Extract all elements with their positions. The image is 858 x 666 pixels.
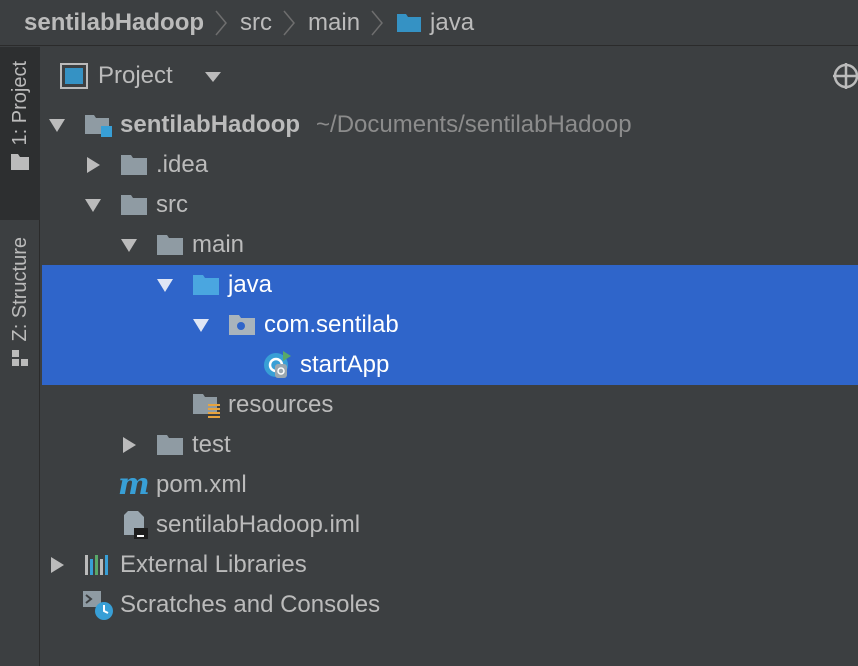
tree-label-java: java	[228, 271, 273, 298]
folder-icon	[121, 155, 147, 175]
tree-row-root[interactable]: sentilabHadoop ~/Documents/sentilabHadoop	[42, 105, 858, 145]
folder-icon	[157, 235, 183, 255]
tree-row-main[interactable]: main	[42, 225, 858, 265]
scratches-icon	[83, 591, 113, 620]
collapsed-arrow-icon[interactable]	[120, 436, 138, 454]
breadcrumb-main[interactable]: main	[308, 9, 360, 37]
tab-structure[interactable]: Z: Structure	[0, 237, 40, 407]
tree-label-test: test	[192, 431, 231, 458]
tab-project[interactable]: 1: Project	[0, 47, 40, 220]
module-folder-icon	[85, 115, 112, 137]
tree-label-scratches: Scratches and Consoles	[120, 591, 381, 618]
crosshair-icon[interactable]	[832, 62, 858, 90]
breadcrumb-java-label: java	[430, 8, 475, 36]
breadcrumb-src[interactable]: src	[240, 9, 272, 37]
package-icon	[229, 315, 255, 335]
panel-header: Project	[42, 47, 858, 105]
tree-label-pom: pom.xml	[156, 471, 247, 498]
tree-label-package: com.sentilab	[264, 311, 399, 338]
tree-row-scratches[interactable]: Scratches and Consoles	[42, 585, 858, 625]
breadcrumb-separator-icon	[283, 10, 295, 35]
expanded-arrow-icon[interactable]	[120, 236, 138, 254]
breadcrumb-project[interactable]: sentilabHadoop	[24, 9, 204, 37]
breadcrumb-java[interactable]: java	[396, 9, 474, 37]
folder-icon	[11, 154, 29, 171]
folder-icon	[121, 195, 147, 215]
tree-row-iml[interactable]: sentilabHadoop.iml	[42, 505, 858, 545]
chevron-down-icon[interactable]	[204, 71, 222, 83]
tree-label-src: src	[156, 191, 188, 218]
tree-label-main: main	[192, 231, 245, 258]
tree-row-idea[interactable]: .idea	[42, 145, 858, 185]
tree-row-package[interactable]: com.sentilab	[42, 305, 858, 345]
tree-row-test[interactable]: test	[42, 425, 858, 465]
folder-icon	[157, 435, 183, 455]
structure-icon	[12, 350, 28, 367]
tree-label-startapp: startApp	[300, 351, 390, 378]
resources-folder-icon	[193, 394, 220, 418]
tab-project-label: 1: Project	[8, 61, 31, 146]
tree-row-external-libraries[interactable]: External Libraries	[42, 545, 858, 585]
expanded-arrow-icon[interactable]	[156, 276, 174, 294]
java-class-run-icon	[264, 351, 291, 378]
tree-label-external-libraries: External Libraries	[120, 551, 307, 578]
source-folder-icon	[193, 275, 219, 295]
tree-label-idea: .idea	[156, 151, 209, 178]
libraries-icon	[85, 555, 108, 575]
expanded-arrow-icon[interactable]	[84, 196, 102, 214]
expanded-arrow-icon[interactable]	[48, 116, 66, 134]
collapsed-arrow-icon[interactable]	[84, 156, 102, 174]
panel-title[interactable]: Project	[98, 62, 173, 90]
source-folder-icon	[397, 13, 422, 32]
module-file-icon	[124, 511, 148, 539]
tab-structure-label: Z: Structure	[8, 237, 31, 342]
breadcrumb-separator-icon	[371, 10, 384, 35]
root-project-path: ~/Documents/sentilabHadoop	[316, 111, 632, 138]
root-project-label: sentilabHadoop ~/Documents/sentilabHadoop	[120, 111, 632, 138]
breadcrumb-separator-icon	[215, 10, 227, 35]
tree-row-src[interactable]: src	[42, 185, 858, 225]
project-view-icon	[60, 63, 88, 89]
tree-row-pom[interactable]: m pom.xml	[42, 465, 858, 505]
tree-row-java[interactable]: java	[42, 265, 858, 305]
breadcrumb: sentilabHadoop src main java	[0, 0, 858, 46]
collapsed-arrow-icon[interactable]	[48, 556, 66, 574]
tree-row-resources[interactable]: resources	[42, 385, 858, 425]
expanded-arrow-icon[interactable]	[192, 316, 210, 334]
tree-label-resources: resources	[228, 391, 334, 418]
tree-label-iml: sentilabHadoop.iml	[156, 511, 361, 538]
maven-icon: m	[118, 467, 150, 502]
tool-window-strip: 1: Project Z: Structure	[0, 47, 40, 666]
tree-row-startapp[interactable]: startApp	[42, 345, 858, 385]
